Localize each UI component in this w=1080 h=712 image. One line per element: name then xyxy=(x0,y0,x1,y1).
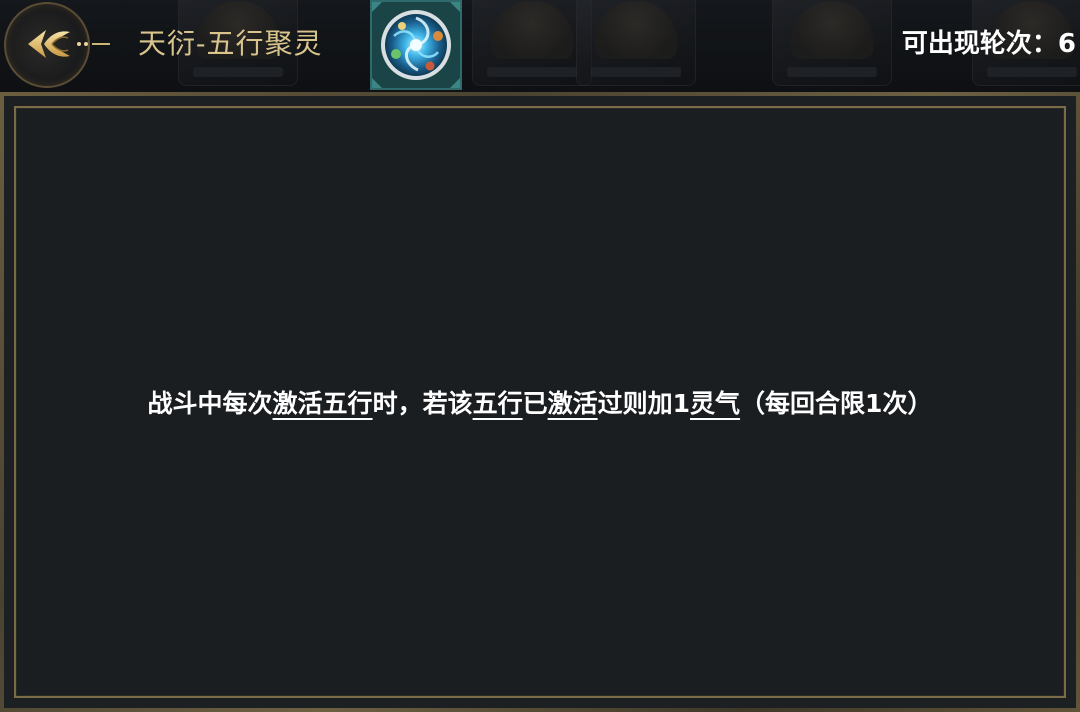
winged-arrow-back-icon xyxy=(28,30,110,58)
description-text: 时，若该 xyxy=(372,389,473,418)
background-card xyxy=(472,0,592,86)
keyword-activate[interactable]: 激活 xyxy=(548,389,598,418)
keyword-spirit-energy[interactable]: 灵气 xyxy=(690,389,740,418)
description-text: 战斗中每次 xyxy=(147,389,273,418)
background-card xyxy=(576,0,696,86)
description-panel: 战斗中每次激活五行时，若该五行已激活过则加1灵气（每回合限1次） xyxy=(14,106,1066,698)
round-count-label: 可出现轮次：6 xyxy=(901,29,1076,59)
skill-description: 战斗中每次激活五行时，若该五行已激活过则加1灵气（每回合限1次） xyxy=(16,384,1064,424)
description-text: 已 xyxy=(522,389,548,418)
description-panel-border: 战斗中每次激活五行时，若该五行已激活过则加1灵气（每回合限1次） xyxy=(4,96,1076,708)
description-text: 过则加1 xyxy=(597,389,691,418)
page-title: 天衍-五行聚灵 xyxy=(138,27,323,60)
background-card xyxy=(772,0,892,86)
five-elements-swirl-icon xyxy=(370,0,462,90)
game-screen: 天衍-五行聚灵 可出现轮次：6 战斗中每次激活五行时，若该五行已激活过则加1灵气… xyxy=(0,0,1080,712)
back-button[interactable] xyxy=(0,0,130,92)
description-text: （每回合限1次） xyxy=(740,389,933,418)
keyword-activate-five-elements[interactable]: 激活五行 xyxy=(273,389,373,418)
keyword-five-elements[interactable]: 五行 xyxy=(473,389,523,418)
top-bar: 天衍-五行聚灵 可出现轮次：6 xyxy=(0,0,1080,92)
description-panel-frame: 战斗中每次激活五行时，若该五行已激活过则加1灵气（每回合限1次） xyxy=(0,92,1080,712)
